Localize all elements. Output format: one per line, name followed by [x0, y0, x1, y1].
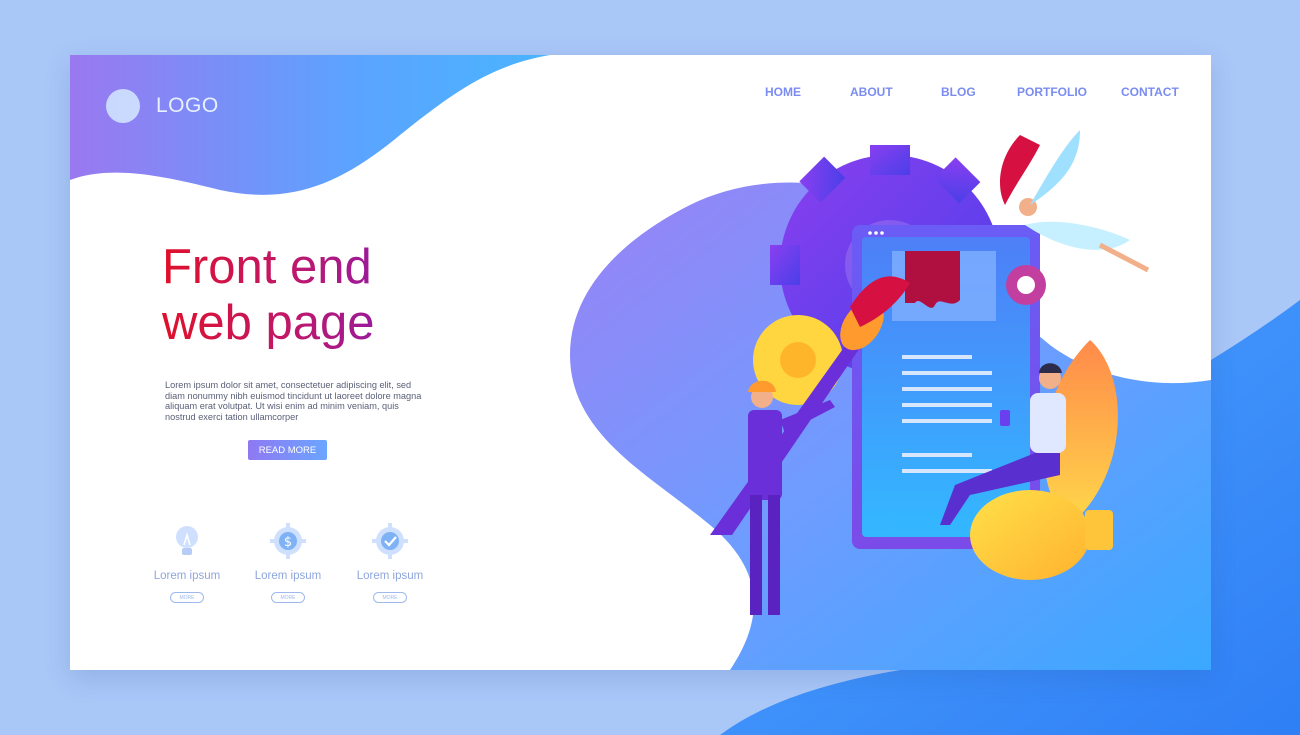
landing-page-card: LOGO HOME ABOUT BLOG PORTFOLIO CONTACT F… — [70, 55, 1211, 670]
man-standing — [748, 380, 835, 615]
small-pink-gear-icon — [1006, 265, 1046, 305]
phone-browser-dots — [868, 231, 884, 235]
lightbulb-illustration — [970, 490, 1113, 580]
hero-illustration — [710, 130, 1150, 615]
